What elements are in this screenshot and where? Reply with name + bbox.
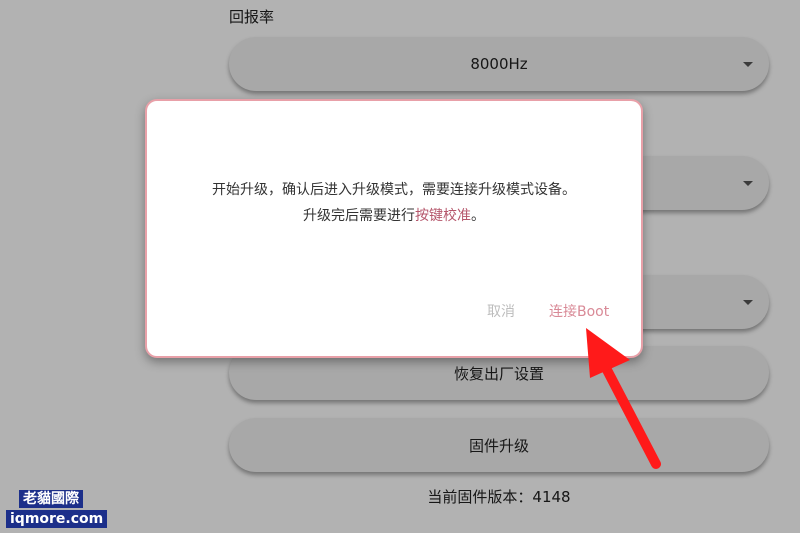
dialog-message-line1: 开始升级，确认后进入升级模式，需要连接升级模式设备。 (212, 182, 576, 198)
watermark-logo: 老貓國際 iqmore.com (6, 488, 108, 528)
dialog-message: 开始升级，确认后进入升级模式，需要连接升级模式设备。 升级完后需要进行按键校准。 (147, 177, 641, 229)
key-calibration-link[interactable]: 按键校准 (415, 208, 471, 224)
dialog-message-suffix: 。 (471, 208, 485, 224)
watermark-line1: 老貓國際 (19, 490, 83, 508)
dialog-message-line2: 升级完后需要进行按键校准。 (147, 203, 641, 229)
dialog-message-prefix: 升级完后需要进行 (303, 208, 415, 224)
connect-boot-button[interactable]: 连接Boot (549, 301, 609, 321)
cancel-button[interactable]: 取消 (487, 301, 515, 321)
upgrade-confirm-dialog: 开始升级，确认后进入升级模式，需要连接升级模式设备。 升级完后需要进行按键校准。… (145, 99, 643, 358)
watermark-line2: iqmore.com (6, 510, 108, 528)
